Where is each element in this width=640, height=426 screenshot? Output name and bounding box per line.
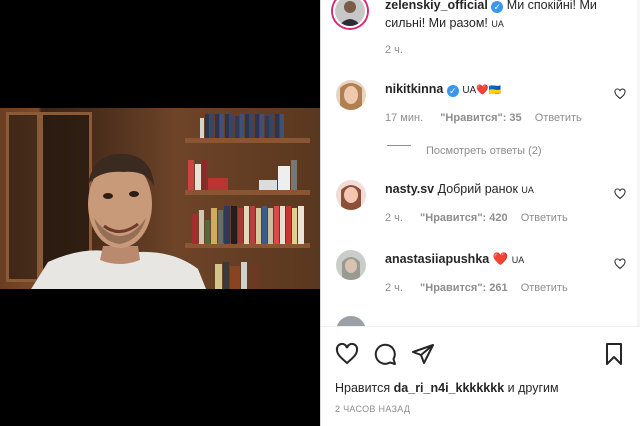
comment-time[interactable]: 2 ч.	[385, 282, 403, 294]
post-media[interactable]	[0, 0, 320, 426]
comments-panel: zelenskiy_official ✓ Ми спокійні! Ми сил…	[320, 0, 640, 426]
verified-icon: ✓	[491, 1, 504, 13]
reply-button[interactable]: Ответить	[521, 282, 568, 294]
comment-line: anastasiiapushka ❤️ UA	[385, 252, 524, 267]
comment-likes-count[interactable]: "Нравится": 261	[420, 282, 508, 294]
post-caption: zelenskiy_official ✓ Ми спокійні! Ми сил…	[385, 0, 625, 33]
comment-line: nasty.sv Добрий ранок UA	[385, 182, 534, 196]
comment-likes-count[interactable]: "Нравится": 35	[440, 112, 521, 124]
verified-icon: ✓	[446, 85, 459, 97]
reply-button[interactable]: Ответить	[521, 212, 568, 224]
comment-like-heart-icon[interactable]	[614, 188, 626, 200]
comment-time[interactable]: 2 ч.	[385, 212, 403, 224]
comment-icon[interactable]	[373, 342, 397, 366]
reply-button[interactable]: Ответить	[535, 112, 582, 124]
comment-text: Добрий ранок	[437, 182, 518, 196]
post-timestamp[interactable]: 2 ЧАСОВ НАЗАД	[335, 404, 410, 414]
comment-username[interactable]: anastasiiapushka	[385, 252, 489, 266]
caption-text-line2: сильні! Ми разом!	[385, 16, 488, 30]
person-selfie	[31, 153, 206, 289]
comment-username[interactable]: nasty.sv	[385, 182, 434, 196]
send-icon[interactable]	[411, 342, 435, 366]
commenter-avatar[interactable]	[336, 80, 366, 110]
bookmark-icon[interactable]	[602, 342, 626, 366]
author-username[interactable]: zelenskiy_official	[385, 0, 488, 12]
heart-icon[interactable]	[335, 342, 359, 366]
comment-time[interactable]: 17 мин.	[385, 112, 423, 124]
likes-summary: Нравится da_ri_n4i_kkkkkkk и другим	[335, 381, 559, 395]
comment-likes-count[interactable]: "Нравится": 420	[420, 212, 508, 224]
video-frame[interactable]	[0, 108, 320, 289]
books-row	[200, 112, 285, 138]
books-row	[215, 258, 261, 289]
likes-suffix[interactable]: и другим	[508, 381, 559, 395]
books-row	[192, 204, 305, 244]
author-avatar[interactable]	[333, 0, 367, 28]
likes-prefix: Нравится	[335, 381, 391, 395]
comment-text: ❤️	[492, 252, 509, 266]
comment-meta: 2 ч. "Нравится": 420 Ответить	[385, 212, 568, 224]
comment-line: nikitkinna ✓ UA❤️🇺🇦	[385, 82, 501, 97]
comment-username[interactable]: nikitkinna	[385, 82, 443, 96]
post-actions-bar: Нравится da_ri_n4i_kkkkkkk и другим 2 ЧА…	[321, 326, 640, 426]
comment-meta: 2 ч. "Нравится": 261 Ответить	[385, 282, 568, 294]
comment-like-heart-icon[interactable]	[614, 88, 626, 100]
commenter-avatar[interactable]	[336, 180, 366, 210]
comment-flag: UA	[511, 255, 525, 265]
likes-username[interactable]: da_ri_n4i_kkkkkkk	[394, 381, 505, 395]
comment-like-heart-icon[interactable]	[614, 258, 626, 270]
view-replies-button[interactable]: Посмотреть ответы (2)	[426, 145, 542, 157]
caption-text-line1: Ми спокійні! Ми	[506, 0, 597, 12]
replies-divider	[387, 145, 411, 146]
comment-text: UA❤️🇺🇦	[462, 85, 502, 96]
comment-flag: UA	[521, 185, 534, 195]
comment-meta: 17 мин. "Нравится": 35 Ответить	[385, 112, 582, 124]
post-time[interactable]: 2 ч.	[385, 44, 403, 56]
commenter-avatar[interactable]	[336, 250, 366, 280]
caption-flag: UA	[491, 19, 504, 29]
